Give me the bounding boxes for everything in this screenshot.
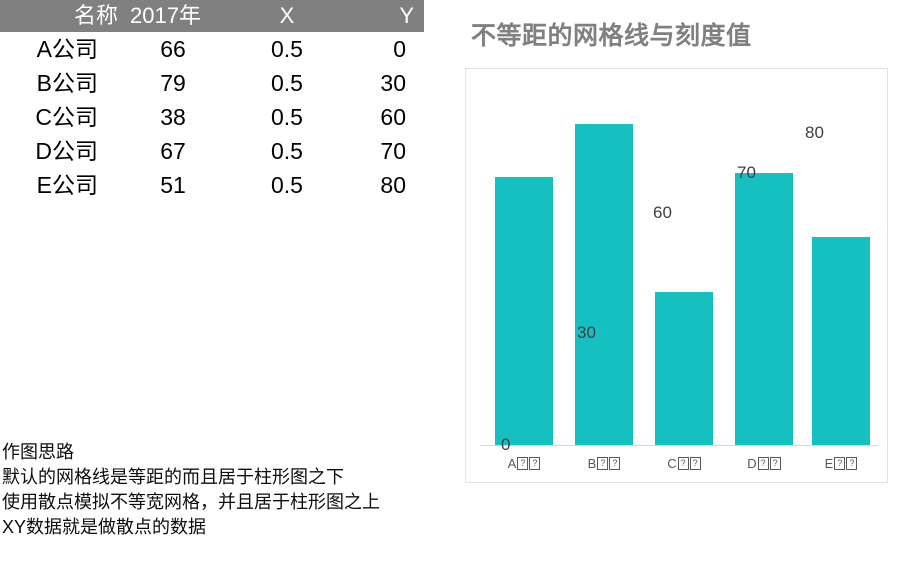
chart-plot-area: 0 30 60 70 80 A B C D E [465, 68, 888, 483]
note-line-1: 默认的网格线是等距的而且居于柱形图之下 [2, 467, 344, 487]
cell-y-value: 80 [380, 172, 406, 198]
cell-year-value: 51 [160, 172, 186, 198]
notes-block: 作图思路 默认的网格线是等距的而且居于柱形图之下 使用散点模拟不等宽网格，并且居… [2, 440, 380, 540]
note-line-heading: 作图思路 [2, 442, 74, 462]
cell-y-value: 70 [380, 138, 406, 164]
cell-x-value: 0.5 [271, 172, 303, 198]
table-row: C公司 38 0.5 60 [0, 100, 424, 134]
cell-company-name: B公司 [36, 70, 98, 96]
cell-y-value: 30 [380, 70, 406, 96]
missing-glyph-box [529, 457, 541, 470]
cell-x-value: 0.5 [271, 36, 303, 62]
note-line-3: XY数据就是做散点的数据 [2, 517, 207, 537]
tick-value-60: 60 [653, 203, 672, 222]
tick-value-30: 30 [577, 323, 596, 342]
bar-d[interactable] [735, 173, 793, 445]
missing-glyph-box [846, 457, 858, 470]
cell-year-value: 38 [160, 104, 186, 130]
chart-panel: 不等距的网格线与刻度值 0 30 60 70 80 A B C D E [450, 0, 900, 500]
cell-company-name: C公司 [35, 104, 98, 130]
cell-company-name: E公司 [36, 172, 98, 198]
table-body: A公司 66 0.5 0 B公司 79 0.5 30 C公司 38 0.5 60… [0, 32, 424, 202]
table-row: D公司 67 0.5 70 [0, 134, 424, 168]
missing-glyph-box [597, 457, 609, 470]
cell-x-value: 0.5 [271, 138, 303, 164]
cell-year-value: 66 [160, 36, 186, 62]
tick-value-70: 70 [737, 163, 756, 182]
bar-b[interactable] [575, 124, 633, 445]
column-header-y: Y [332, 0, 424, 32]
bar-e[interactable] [812, 237, 870, 445]
cell-company-name: A公司 [36, 36, 98, 62]
category-label-d: D [735, 456, 793, 471]
tick-value-0: 0 [501, 435, 511, 454]
category-label-b: B [575, 456, 633, 471]
note-line-2: 使用散点模拟不等宽网格，并且居于柱形图之上 [2, 492, 380, 512]
missing-glyph-box [834, 457, 846, 470]
missing-glyph-box [689, 457, 701, 470]
missing-glyph-box [757, 457, 769, 470]
column-header-year: 2017年 [124, 0, 242, 32]
cell-x-value: 0.5 [271, 104, 303, 130]
table-header: 名称 2017年 X Y [0, 0, 424, 32]
cell-y-value: 60 [380, 104, 406, 130]
table-header-row: 名称 2017年 X Y [0, 0, 424, 32]
table-row: A公司 66 0.5 0 [0, 32, 424, 66]
table-row: E公司 51 0.5 80 [0, 168, 424, 202]
category-label-e: E [812, 456, 870, 471]
chart-title: 不等距的网格线与刻度值 [471, 22, 752, 50]
bar-a[interactable] [495, 177, 553, 445]
x-axis-line [480, 445, 878, 446]
cell-year-value: 67 [160, 138, 186, 164]
cell-company-name: D公司 [35, 138, 98, 164]
data-table: 名称 2017年 X Y A公司 66 0.5 0 B公司 79 0.5 30 … [0, 0, 424, 202]
missing-glyph-box [769, 457, 781, 470]
tick-value-80: 80 [805, 123, 824, 142]
bar-c[interactable] [655, 292, 713, 445]
cell-x-value: 0.5 [271, 70, 303, 96]
cell-year-value: 79 [160, 70, 186, 96]
category-label-c: C [655, 456, 713, 471]
column-header-name: 名称 [0, 0, 124, 32]
cell-y-value: 0 [393, 36, 406, 62]
category-label-a: A [495, 456, 553, 471]
missing-glyph-box [517, 457, 529, 470]
missing-glyph-box [677, 457, 689, 470]
company-data-table: 名称 2017年 X Y A公司 66 0.5 0 B公司 79 0.5 30 … [0, 0, 424, 202]
missing-glyph-box [609, 457, 621, 470]
column-header-x: X [242, 0, 332, 32]
table-row: B公司 79 0.5 30 [0, 66, 424, 100]
